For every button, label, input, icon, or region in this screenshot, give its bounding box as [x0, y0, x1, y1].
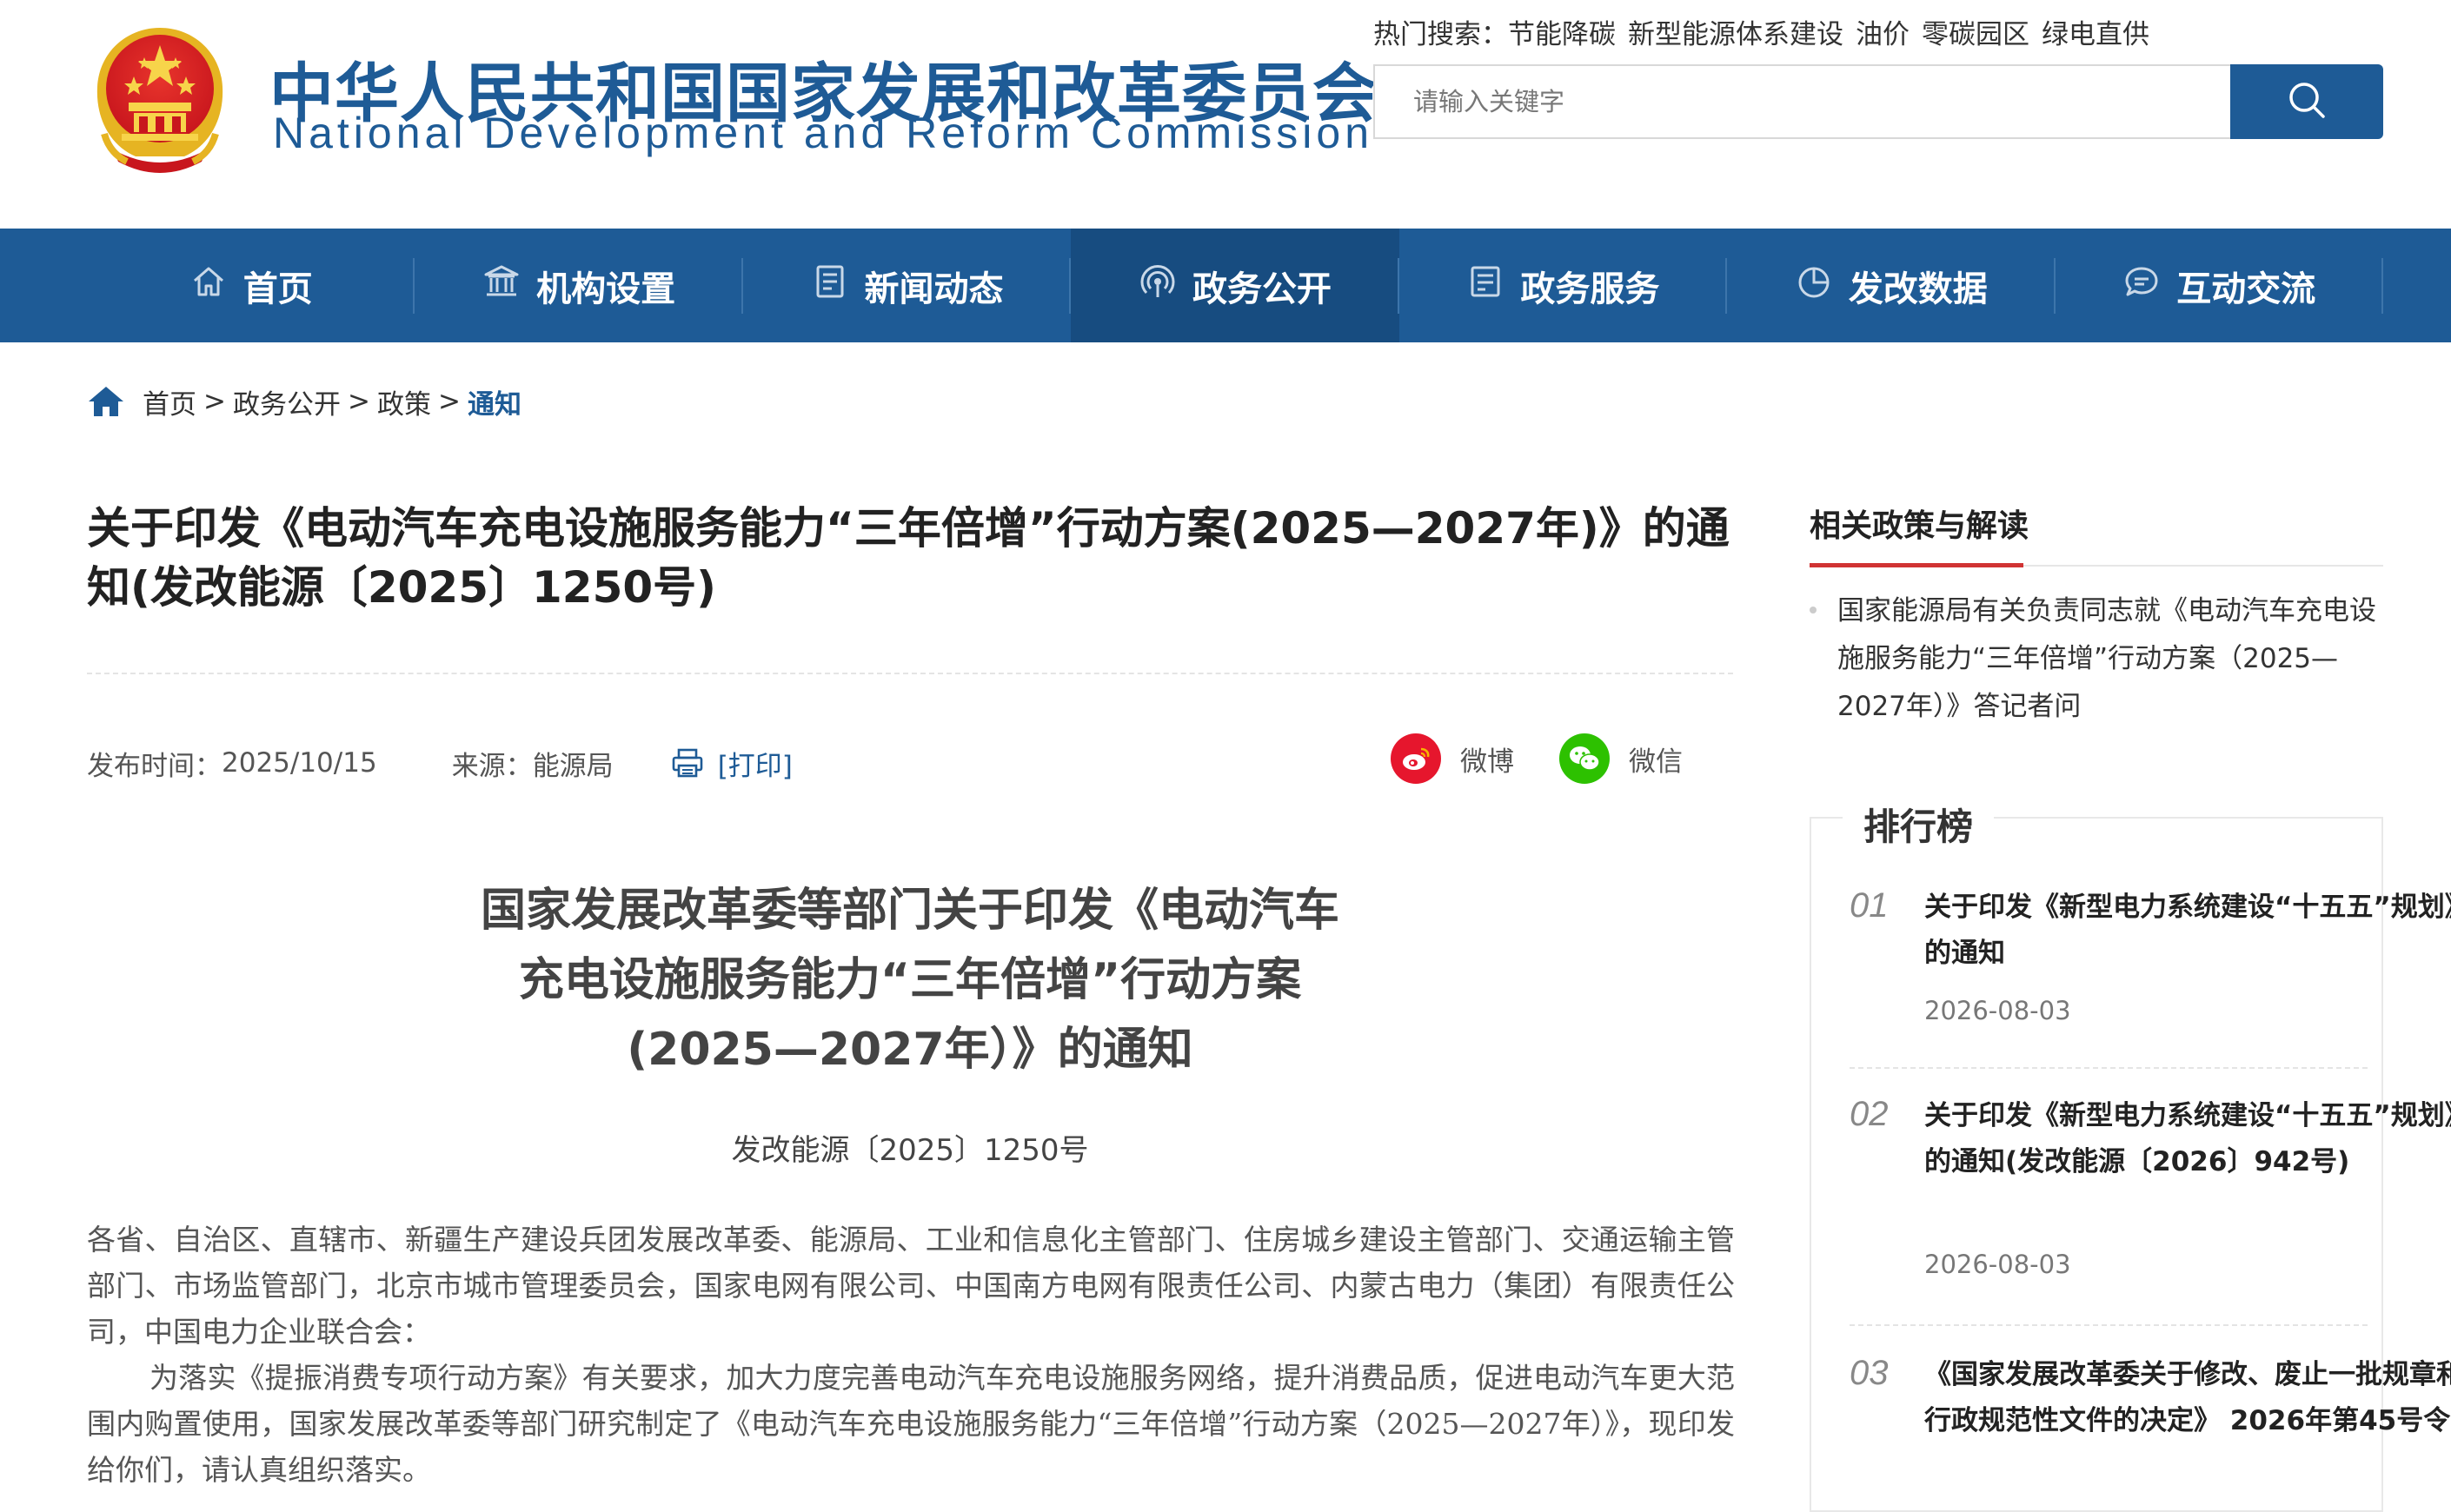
- publish-label: 发布时间：: [87, 750, 222, 782]
- nav-item-label: 政务服务: [1520, 269, 1660, 309]
- document-title: 国家发展改革委等部门关于印发《电动汽车 充电设施服务能力“三年倍增”行动方案 (…: [261, 876, 1559, 1084]
- source-label: 来源：: [451, 750, 533, 782]
- search-input[interactable]: [1375, 66, 2230, 137]
- nav-item-label: 政务公开: [1192, 269, 1332, 309]
- ranking-heading: 排行榜: [1843, 798, 1995, 851]
- nav-item-government-affairs[interactable]: 政务公开: [1071, 229, 1399, 342]
- building-icon: [482, 262, 536, 309]
- ranking-divider: [1850, 1067, 2368, 1069]
- document-title-line: 充电设施服务能力“三年倍增”行动方案: [518, 954, 1302, 1006]
- search-icon: [2287, 80, 2327, 123]
- share-wechat-label: 微信: [1629, 746, 1683, 778]
- share-weibo-label: 微博: [1460, 746, 1514, 778]
- addressees-paragraph: 各省、自治区、直辖市、新疆生产建设兵团发展改革委、能源局、工业和信息化主管部门、…: [87, 1223, 1735, 1349]
- nav-item-label: 新闻动态: [864, 269, 1004, 309]
- ranking-link[interactable]: 《国家发展改革委关于修改、废止一批规章和行政规范性文件的决定》 2026年第45…: [1924, 1352, 2451, 1444]
- ranking-date: 2026-08-03: [1924, 1250, 2071, 1279]
- ranking-date: 2026-08-03: [1924, 996, 2071, 1025]
- wechat-icon: [1559, 733, 1610, 784]
- heading-accent-bar: [1810, 563, 2023, 567]
- nav-item-organization[interactable]: 机构设置: [415, 229, 743, 342]
- article-title: 关于印发《电动汽车充电设施服务能力“三年倍增”行动方案(2025—2027年)》…: [87, 503, 1730, 613]
- list-bullet: [1810, 607, 1817, 613]
- document-title-line: 国家发展改革委等部门关于印发《电动汽车: [480, 885, 1339, 937]
- share-bar: 微博 微信: [1391, 728, 1683, 789]
- nav-item-label: 首页: [242, 269, 313, 309]
- nav-item-news[interactable]: 新闻动态: [743, 229, 1072, 342]
- breadcrumb-separator: >: [203, 386, 226, 417]
- title-divider: [87, 673, 1733, 674]
- broadcast-icon: [1139, 262, 1192, 309]
- printer-icon: [671, 747, 704, 779]
- share-wechat-button[interactable]: 微信: [1559, 733, 1683, 784]
- national-emblem-logo[interactable]: [87, 23, 233, 179]
- news-icon: [811, 262, 865, 309]
- print-label: [打印]: [717, 750, 793, 782]
- nav-divider: [2381, 258, 2383, 314]
- document-number: 发改能源〔2025〕1250号: [731, 1133, 1089, 1168]
- breadcrumb-separator: >: [437, 386, 461, 417]
- ranking-link[interactable]: 关于印发《新型电力系统建设“十五五”规划》的通知: [1924, 885, 2451, 977]
- hot-search-label: 热门搜索：: [1373, 19, 1508, 50]
- chat-icon: [2122, 262, 2176, 309]
- breadcrumb-link[interactable]: 政务公开: [233, 382, 341, 421]
- print-button[interactable]: [打印]: [671, 744, 793, 783]
- nav-item-data[interactable]: 发改数据: [1727, 229, 2056, 342]
- ranking-divider: [1850, 1324, 2368, 1326]
- weibo-icon: [1391, 733, 1441, 784]
- breadcrumb-link[interactable]: 政策: [377, 382, 431, 421]
- document-icon: [1466, 262, 1520, 309]
- site-title-english: National Development and Reform Commissi…: [273, 109, 1374, 157]
- pie-chart-icon: [1795, 262, 1849, 309]
- hot-keyword-link[interactable]: 绿电直供: [2042, 19, 2149, 50]
- breadcrumb-link[interactable]: 首页: [143, 382, 196, 421]
- hot-keyword-link[interactable]: 新型能源体系建设: [1628, 19, 1843, 50]
- ranking-link[interactable]: 关于印发《新型电力系统建设“十五五”规划》的通知(发改能源〔2026〕942号): [1924, 1093, 2451, 1185]
- breadcrumb-current[interactable]: 通知: [468, 382, 521, 421]
- home-icon[interactable]: [87, 384, 125, 419]
- hot-keyword-link[interactable]: 油价: [1856, 19, 1910, 50]
- breadcrumb: 首页 > 政务公开 > 政策 > 通知: [87, 382, 521, 421]
- nav-item-government-services[interactable]: 政务服务: [1399, 229, 1728, 342]
- hot-keyword-link[interactable]: 节能降碳: [1508, 19, 1616, 50]
- nav-item-interaction[interactable]: 互动交流: [2056, 229, 2383, 342]
- breadcrumb-separator: >: [347, 386, 370, 417]
- ranking-number: 03: [1850, 1354, 1889, 1392]
- ranking-number: 02: [1850, 1095, 1889, 1133]
- related-policies-heading: 相关政策与解读: [1810, 508, 2029, 544]
- main-navigation: 首页 机构设置 新闻动态 政务公开 政务服务 发改数据 互动交流: [0, 229, 2451, 342]
- home-icon: [189, 262, 243, 309]
- article-meta: 发布时间： 2025/10/15 来源： 能源局 [打印]: [87, 744, 793, 782]
- hot-keyword-link[interactable]: 零碳园区: [1922, 19, 2029, 50]
- ranking-number: 01: [1850, 886, 1889, 925]
- search-button[interactable]: [2230, 64, 2383, 139]
- related-policy-link[interactable]: 国家能源局有关负责同志就《电动汽车充电设施服务能力“三年倍增”行动方案（2025…: [1837, 587, 2388, 731]
- nav-item-label: 机构设置: [536, 269, 676, 309]
- publish-date: 2025/10/15: [222, 747, 377, 779]
- nav-item-label: 互动交流: [2176, 269, 2316, 309]
- nav-item-label: 发改数据: [1848, 269, 1988, 309]
- document-title-line: (2025—2027年）》的通知: [627, 1024, 1193, 1076]
- hot-search-bar: 热门搜索：节能降碳 新型能源体系建设 油价 零碳园区 绿电直供: [1373, 12, 2149, 51]
- source-value: 能源局: [532, 750, 614, 782]
- nav-item-home[interactable]: 首页: [87, 229, 415, 342]
- body-paragraph: 为落实《提振消费专项行动方案》有关要求，加大力度完善电动汽车充电设施服务网络，提…: [87, 1361, 1735, 1487]
- search-box: [1373, 64, 2230, 139]
- share-weibo-button[interactable]: 微博: [1391, 733, 1514, 784]
